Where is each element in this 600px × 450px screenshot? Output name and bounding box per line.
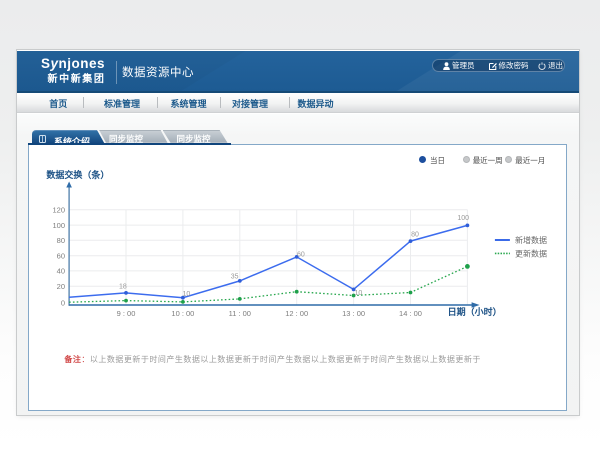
svg-text:100: 100	[458, 215, 470, 222]
svg-text:12 : 00: 12 : 00	[286, 309, 309, 318]
svg-text:10 : 00: 10 : 00	[172, 309, 195, 318]
svg-text:120: 120	[53, 206, 66, 215]
svg-text:80: 80	[411, 232, 419, 239]
svg-text:13 : 00: 13 : 00	[343, 309, 366, 318]
svg-text:35: 35	[231, 274, 239, 281]
svg-text:新增数据: 新增数据	[515, 235, 547, 245]
svg-text:9 : 00: 9 : 00	[117, 309, 136, 318]
svg-text:100: 100	[53, 221, 66, 230]
svg-text:11 : 00: 11 : 00	[229, 309, 251, 318]
svg-text:10: 10	[355, 290, 363, 297]
svg-text:60: 60	[57, 252, 65, 261]
svg-text:18: 18	[119, 284, 127, 291]
svg-text:60: 60	[297, 252, 305, 259]
svg-text:10: 10	[183, 291, 191, 298]
svg-text:日期（小时）: 日期（小时）	[448, 306, 502, 317]
svg-text:40: 40	[57, 267, 65, 276]
svg-text:0: 0	[61, 299, 65, 308]
svg-text:14 : 00: 14 : 00	[399, 309, 422, 318]
svg-text:20: 20	[57, 282, 65, 291]
svg-text:80: 80	[57, 236, 65, 245]
svg-text:更新数据: 更新数据	[515, 249, 547, 259]
